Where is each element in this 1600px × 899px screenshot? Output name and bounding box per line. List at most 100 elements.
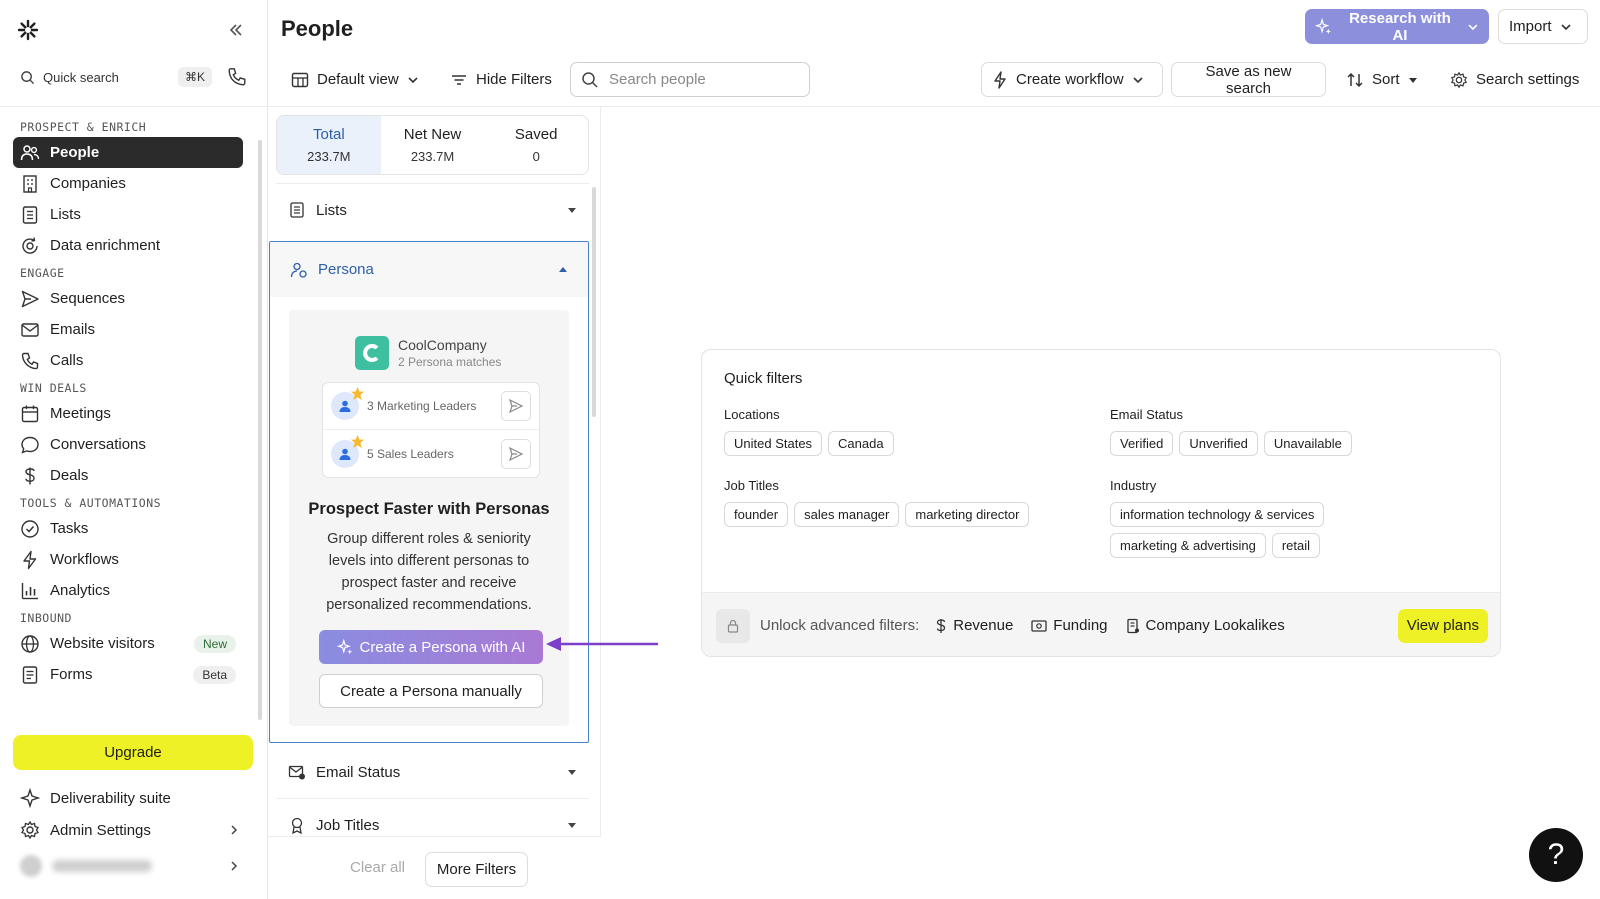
filter-lists[interactable]: Lists: [276, 185, 589, 235]
sidebar-item-emails[interactable]: Emails: [13, 314, 243, 345]
filter-chip[interactable]: Unavailable: [1263, 431, 1352, 456]
view-plans-button[interactable]: View plans: [1397, 608, 1488, 643]
filter-chip[interactable]: retail: [1271, 533, 1321, 558]
tab-count: 0: [532, 149, 540, 164]
chevron-right-icon: [231, 861, 238, 871]
create-workflow-button[interactable]: Create workflow: [981, 62, 1163, 97]
filter-chip[interactable]: Unverified: [1179, 431, 1258, 456]
clear-all-button[interactable]: Clear all: [350, 859, 405, 876]
sidebar-item-label: Emails: [50, 321, 96, 338]
filter-chip[interactable]: information technology & services: [1110, 502, 1325, 527]
mail-check-icon: [288, 765, 305, 780]
sidebar-item-admin-settings[interactable]: Admin Settings: [13, 814, 248, 846]
caret-down-icon: [1408, 77, 1417, 83]
mail-icon: [21, 322, 39, 337]
sort-dropdown[interactable]: Sort: [1336, 62, 1428, 97]
sidebar-item-sequences[interactable]: Sequences: [13, 283, 243, 314]
more-filters-button[interactable]: More Filters: [425, 852, 528, 887]
collapse-sidebar-icon[interactable]: [226, 20, 246, 40]
tab-label: Total: [312, 126, 345, 143]
tab-total[interactable]: Total 233.7M: [277, 116, 381, 174]
sidebar-item-meetings[interactable]: Meetings: [13, 398, 243, 429]
default-view-label: Default view: [317, 71, 399, 88]
chevron-down-icon: [1560, 23, 1571, 30]
persona-header[interactable]: Persona: [270, 242, 588, 297]
sidebar-item-label: Deliverability suite: [50, 789, 171, 807]
logo-icon[interactable]: [17, 19, 39, 41]
research-with-ai-button[interactable]: Research with AI: [1305, 9, 1489, 44]
more-filters-label: More Filters: [436, 861, 517, 878]
sidebar-item-tasks[interactable]: Tasks: [13, 513, 243, 544]
sidebar-item-companies[interactable]: Companies: [13, 168, 243, 199]
send-icon: [501, 391, 531, 421]
search-icon: [21, 70, 35, 84]
save-search-label: Save as new search: [1205, 62, 1292, 97]
quick-filter-label: Locations: [724, 407, 780, 422]
tab-net-new[interactable]: Net New 233.7M: [381, 116, 485, 174]
filter-chip[interactable]: Verified: [1110, 431, 1174, 456]
filter-panel-scrollbar[interactable]: [592, 187, 596, 417]
filter-label: Email Status: [316, 763, 401, 781]
sidebar-item-lists[interactable]: Lists: [13, 199, 243, 230]
quick-filter-label: Email Status: [1110, 407, 1183, 422]
company-preview: CoolCompany 2 Persona matches: [355, 336, 501, 370]
chart-icon: [21, 582, 38, 599]
lookalike-icon: [1126, 618, 1139, 633]
filter-chip[interactable]: marketing director: [905, 502, 1030, 527]
chip-list: Verified Unverified Unavailable: [1110, 431, 1490, 456]
sidebar-item-label: Lists: [50, 206, 81, 223]
user-profile[interactable]: [13, 851, 248, 881]
dialer-phone-icon[interactable]: [226, 66, 248, 88]
import-button[interactable]: Import: [1498, 9, 1588, 44]
sidebar-item-label: People: [50, 144, 100, 161]
search-settings-button[interactable]: Search settings: [1440, 62, 1590, 97]
search-people-field[interactable]: [570, 62, 810, 97]
unlock-label: Unlock advanced filters:: [760, 617, 920, 634]
default-view-dropdown[interactable]: Default view: [281, 62, 429, 97]
sidebar-item-conversations[interactable]: Conversations: [13, 429, 243, 460]
filter-chip[interactable]: marketing & advertising: [1110, 533, 1266, 558]
sidebar-item-website-visitors[interactable]: Website visitors New: [13, 628, 243, 659]
persona-row-label: 5 Sales Leaders: [367, 446, 454, 461]
create-persona-with-ai-button[interactable]: Create a Persona with AI: [319, 630, 543, 664]
filter-chip[interactable]: Canada: [828, 431, 894, 456]
sidebar-item-calls[interactable]: Calls: [13, 345, 243, 376]
check-circle-icon: [21, 519, 39, 538]
filter-chip[interactable]: founder: [724, 502, 789, 527]
sidebar-item-deliverability-suite[interactable]: Deliverability suite: [13, 782, 248, 814]
filter-email-status[interactable]: Email Status: [276, 747, 589, 797]
hide-filters-button[interactable]: Hide Filters: [440, 62, 562, 97]
sidebar-item-label: Website visitors: [50, 635, 155, 652]
sidebar-item-label: Admin Settings: [50, 821, 151, 839]
quick-search[interactable]: Quick search ⌘K: [12, 62, 212, 92]
sparkle-icon: [1315, 17, 1331, 34]
globe-icon: [21, 634, 39, 653]
filter-chip[interactable]: United States: [724, 431, 823, 456]
filter-panel: Total 233.7M Net New 233.7M Saved 0 List…: [268, 107, 601, 899]
help-button[interactable]: ?: [1529, 828, 1583, 882]
save-as-new-search-button[interactable]: Save as new search: [1171, 62, 1326, 97]
sidebar-item-forms[interactable]: Forms Beta: [13, 659, 243, 690]
caret-up-icon: [559, 266, 567, 272]
tab-saved[interactable]: Saved 0: [484, 116, 588, 174]
upgrade-button[interactable]: Upgrade: [13, 735, 253, 770]
sidebar-item-workflows[interactable]: Workflows: [13, 544, 243, 575]
advanced-filters-upsell: Unlock advanced filters: Revenue Funding…: [702, 592, 1500, 656]
sidebar-scrollbar[interactable]: [258, 140, 262, 720]
sidebar-item-data-enrichment[interactable]: Data enrichment: [13, 230, 243, 261]
tab-count: 233.7M: [307, 149, 351, 164]
sidebar-item-deals[interactable]: Deals: [13, 460, 243, 491]
create-persona-manually-button[interactable]: Create a Persona manually: [319, 674, 543, 708]
divider: [276, 183, 589, 184]
persona-preview-list: 3 Marketing Leaders 5 Sales Leaders: [322, 382, 540, 478]
search-people-input[interactable]: [609, 71, 799, 88]
sidebar-item-people[interactable]: People: [13, 137, 243, 168]
people-icon: [20, 144, 40, 160]
bolt-icon: [994, 70, 1006, 89]
sidebar-section-label: ENGAGE: [20, 266, 65, 280]
chevron-right-icon: [231, 825, 238, 835]
sidebar-item-analytics[interactable]: Analytics: [13, 575, 243, 606]
sidebar-section-label: PROSPECT & ENRICH: [20, 120, 147, 134]
sidebar-item-label: Forms: [50, 666, 93, 683]
filter-chip[interactable]: sales manager: [794, 502, 900, 527]
